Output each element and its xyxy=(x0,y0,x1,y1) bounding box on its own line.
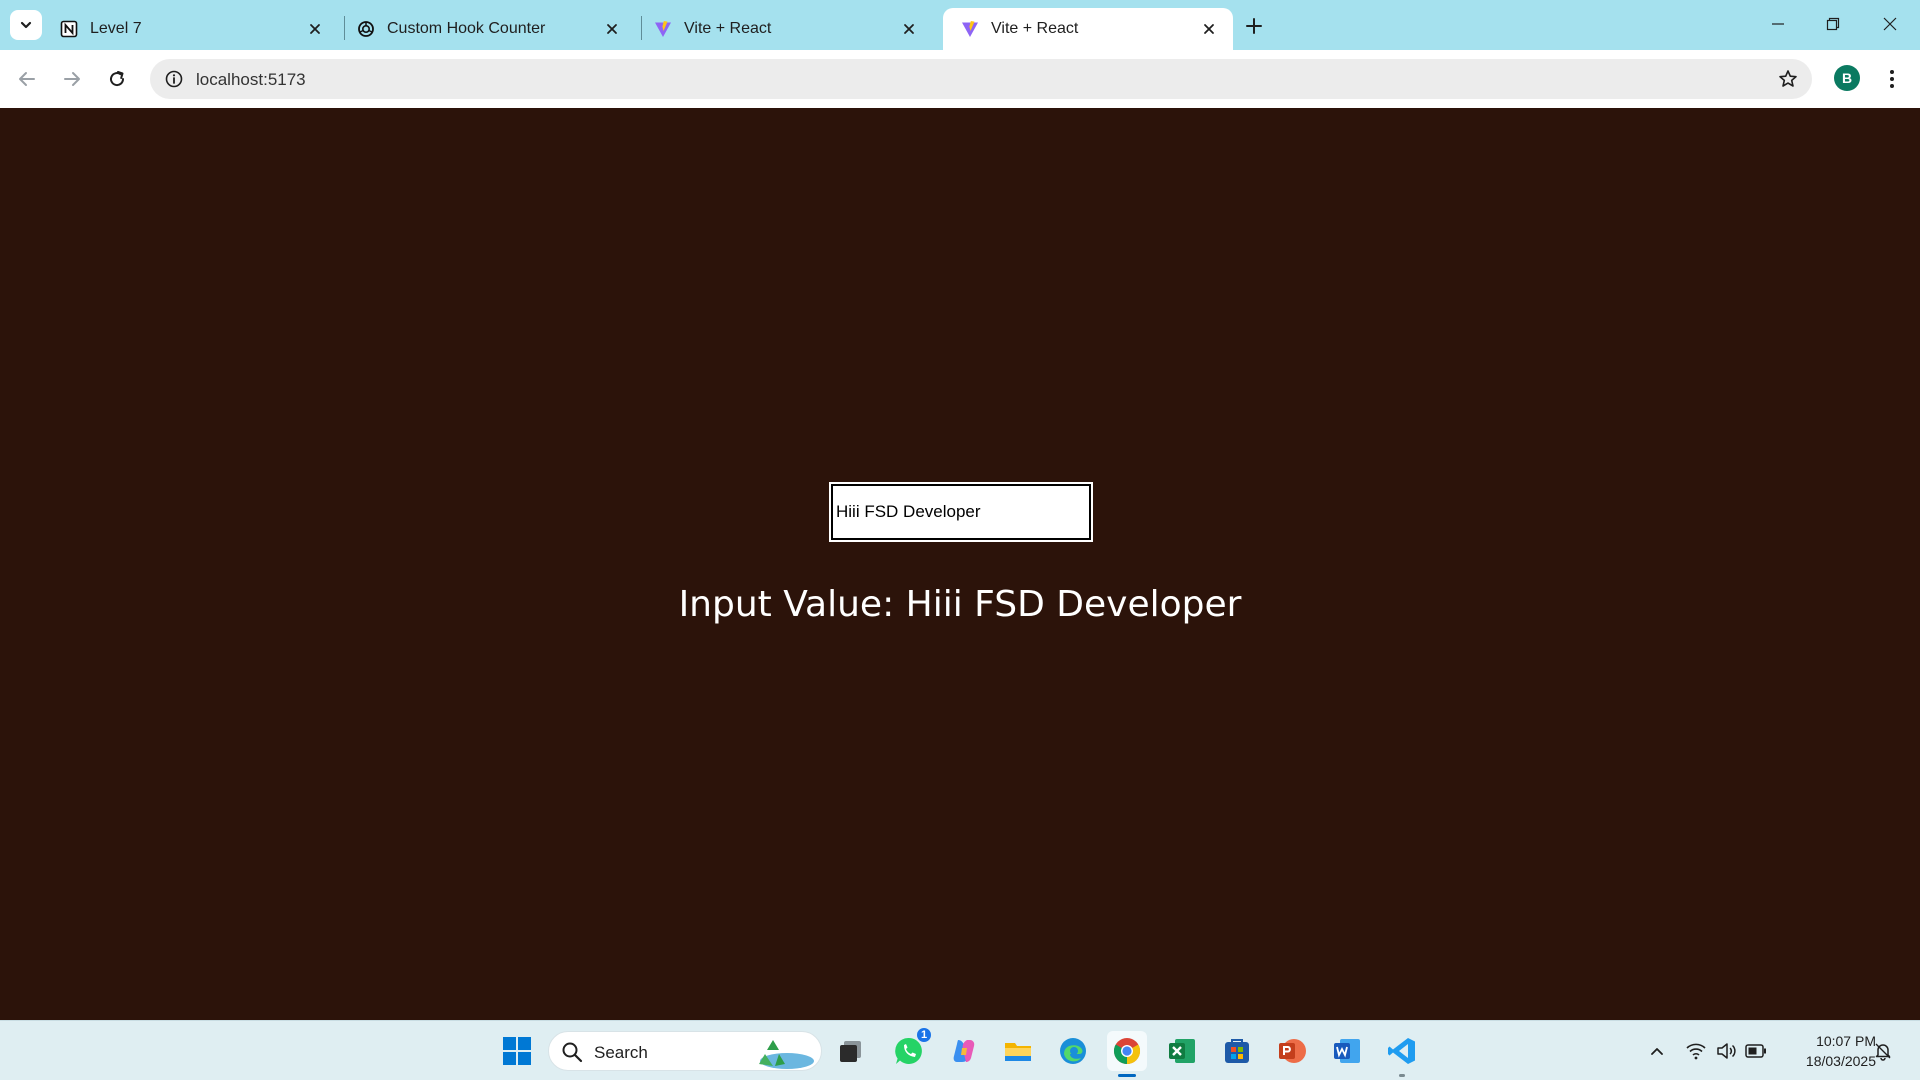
address-bar[interactable]: localhost:5173 xyxy=(150,59,1812,99)
notification-badge: 1 xyxy=(915,1026,933,1044)
copilot-icon[interactable] xyxy=(944,1031,984,1071)
tab-vite-react-active[interactable]: Vite + React xyxy=(943,8,1233,50)
taskbar-search-box[interactable]: Search xyxy=(548,1031,822,1071)
tab-custom-hook-counter[interactable]: Custom Hook Counter xyxy=(339,8,636,50)
openai-icon xyxy=(357,20,375,38)
chrome-icon[interactable] xyxy=(1107,1031,1147,1077)
plus-icon xyxy=(1246,18,1262,34)
close-icon[interactable] xyxy=(602,19,622,39)
search-icon xyxy=(562,1042,583,1063)
clock-time: 10:07 PM xyxy=(1816,1033,1876,1049)
restore-icon xyxy=(1826,17,1840,31)
whatsapp-icon[interactable]: 1 xyxy=(889,1026,933,1071)
reload-icon xyxy=(110,71,125,87)
battery-icon[interactable] xyxy=(1744,1039,1768,1063)
vite-icon xyxy=(654,20,672,38)
file-explorer-icon[interactable] xyxy=(998,1031,1038,1071)
task-view-icon[interactable] xyxy=(831,1031,871,1071)
site-info-icon[interactable] xyxy=(162,67,186,91)
minimize-icon xyxy=(1772,23,1784,25)
arrow-right-icon xyxy=(64,72,80,86)
star-icon[interactable] xyxy=(1776,67,1800,91)
windows-start-icon[interactable] xyxy=(497,1031,537,1071)
store-icon[interactable] xyxy=(1217,1031,1257,1071)
wifi-icon[interactable] xyxy=(1684,1039,1708,1063)
page-content: Input Value: Hiii FSD Developer xyxy=(0,108,1920,1020)
active-app-indicator xyxy=(1118,1074,1136,1077)
reload-button[interactable] xyxy=(101,63,133,95)
chevron-down-icon xyxy=(20,21,32,29)
tab-title: Custom Hook Counter xyxy=(387,20,546,37)
arrow-left-icon xyxy=(19,72,35,86)
close-icon xyxy=(1883,17,1897,31)
tab-title: Vite + React xyxy=(991,20,1079,37)
url-text[interactable]: localhost:5173 xyxy=(196,70,306,90)
input-value-heading: Input Value: Hiii FSD Developer xyxy=(678,584,1242,625)
clock-date: 18/03/2025 xyxy=(1805,1053,1876,1069)
notification-bell-icon[interactable] xyxy=(1871,1039,1895,1063)
browser-tab-strip: Level 7 Custom Hook Counter Vite + React… xyxy=(0,0,1920,50)
tab-title: Level 7 xyxy=(90,20,142,37)
tab-search-button[interactable] xyxy=(10,10,42,40)
edge-icon[interactable] xyxy=(1053,1031,1093,1071)
tab-level-7[interactable]: Level 7 xyxy=(42,8,339,50)
recycle-decoration-icon xyxy=(759,1040,814,1069)
excel-icon[interactable] xyxy=(1162,1031,1202,1071)
system-clock[interactable]: 10:07 PM 18/03/2025 xyxy=(1776,1031,1876,1071)
close-icon[interactable] xyxy=(305,19,325,39)
browser-toolbar: localhost:5173 B xyxy=(0,50,1920,108)
powerpoint-icon[interactable] xyxy=(1272,1031,1312,1071)
close-icon[interactable] xyxy=(899,19,919,39)
new-tab-button[interactable] xyxy=(1240,12,1268,40)
word-icon[interactable] xyxy=(1327,1031,1367,1071)
running-app-indicator xyxy=(1399,1074,1405,1077)
vscode-icon[interactable] xyxy=(1382,1031,1422,1077)
forward-button[interactable] xyxy=(56,63,88,95)
tab-vite-react[interactable]: Vite + React xyxy=(636,8,933,50)
kebab-menu-icon[interactable] xyxy=(1880,63,1904,95)
vite-icon xyxy=(961,20,979,38)
close-icon[interactable] xyxy=(1199,19,1219,39)
profile-avatar[interactable]: B xyxy=(1834,65,1860,91)
back-button[interactable] xyxy=(11,63,43,95)
volume-icon[interactable] xyxy=(1714,1039,1738,1063)
tab-title: Vite + React xyxy=(684,20,772,37)
close-window-button[interactable] xyxy=(1870,6,1910,42)
restore-button[interactable] xyxy=(1813,6,1853,42)
text-input[interactable] xyxy=(829,482,1093,542)
taskbar-search-label: Search xyxy=(594,1043,648,1062)
notion-icon xyxy=(60,20,78,38)
windows-taskbar: Search 1 10:07 PM 18/03/2025 xyxy=(0,1020,1920,1080)
chevron-up-icon[interactable] xyxy=(1645,1039,1669,1063)
minimize-button[interactable] xyxy=(1758,6,1798,42)
